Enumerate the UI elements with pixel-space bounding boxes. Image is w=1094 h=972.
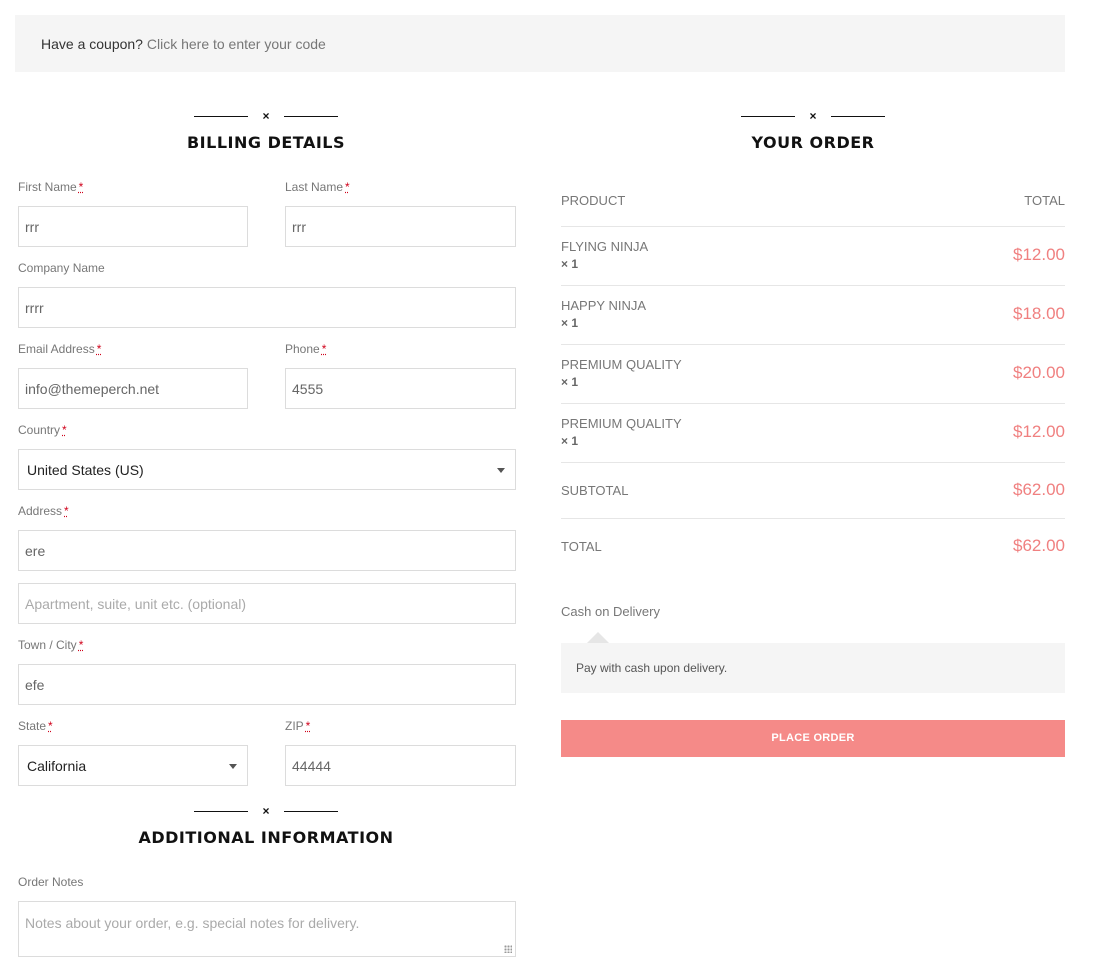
- last-name-label: Last Name *: [285, 180, 350, 194]
- heading-ornament: ×: [561, 110, 1065, 122]
- order-item: HAPPY NINJA × 1 $18.00: [561, 286, 1065, 345]
- country-value: United States (US): [27, 461, 144, 478]
- subtotal-value: $62.00: [1013, 480, 1065, 499]
- item-name: FLYING NINJA: [561, 239, 649, 254]
- order-item: PREMIUM QUALITY × 1 $20.00: [561, 345, 1065, 404]
- email-field[interactable]: info@themeperch.net: [18, 368, 248, 409]
- zip-label: ZIP *: [285, 719, 311, 733]
- order-title: YOUR ORDER: [751, 133, 875, 152]
- order-heading: × YOUR ORDER: [561, 110, 1065, 152]
- phone-label: Phone *: [285, 342, 327, 356]
- state-select[interactable]: California: [18, 745, 248, 786]
- payment-description: Pay with cash upon delivery.: [576, 661, 728, 675]
- additional-title: ADDITIONAL INFORMATION: [138, 828, 394, 847]
- total-row: TOTAL $62.00: [561, 519, 1065, 575]
- payment-method-label[interactable]: Cash on Delivery: [561, 604, 660, 619]
- payment-description-box: Pay with cash upon delivery.: [561, 643, 1065, 693]
- address-label: Address *: [18, 504, 69, 518]
- additional-heading: × ADDITIONAL INFORMATION: [16, 805, 516, 847]
- item-name: HAPPY NINJA: [561, 298, 647, 313]
- billing-heading: × BILLING DETAILS: [16, 110, 516, 152]
- resize-handle-icon[interactable]: [504, 945, 512, 953]
- order-item: FLYING NINJA × 1 $12.00: [561, 227, 1065, 286]
- item-name: PREMIUM QUALITY: [561, 416, 682, 431]
- state-label: State *: [18, 719, 53, 733]
- close-ornament-icon: ×: [809, 109, 817, 123]
- order-notes-placeholder: Notes about your order, e.g. special not…: [25, 915, 360, 931]
- item-price: $12.00: [1013, 245, 1065, 264]
- state-value: California: [27, 757, 87, 774]
- payment-box-pointer: [587, 632, 609, 643]
- item-qty: × 1: [561, 257, 579, 271]
- order-table-header: PRODUCT TOTAL: [561, 193, 1065, 227]
- city-label: Town / City *: [18, 638, 84, 652]
- col-total: TOTAL: [1024, 193, 1065, 208]
- email-label: Email Address *: [18, 342, 102, 356]
- item-qty: × 1: [561, 375, 579, 389]
- place-order-button[interactable]: PLACE ORDER: [561, 720, 1065, 757]
- address-field[interactable]: ere: [18, 530, 516, 571]
- subtotal-row: SUBTOTAL $62.00: [561, 463, 1065, 519]
- chevron-down-icon: [229, 764, 237, 769]
- item-qty: × 1: [561, 434, 579, 448]
- heading-ornament: ×: [16, 110, 516, 122]
- company-field[interactable]: rrrr: [18, 287, 516, 328]
- subtotal-label: SUBTOTAL: [561, 483, 629, 498]
- item-price: $18.00: [1013, 304, 1065, 323]
- col-product: PRODUCT: [561, 193, 626, 208]
- item-qty: × 1: [561, 316, 579, 330]
- coupon-question: Have a coupon?: [41, 36, 143, 52]
- first-name-label: First Name *: [18, 180, 84, 194]
- close-ornament-icon: ×: [262, 804, 270, 818]
- country-label: Country *: [18, 423, 67, 437]
- zip-field[interactable]: 44444: [285, 745, 516, 786]
- coupon-bar: Have a coupon? Click here to enter your …: [15, 15, 1065, 72]
- company-label: Company Name: [18, 261, 105, 275]
- item-price: $20.00: [1013, 363, 1065, 382]
- chevron-down-icon: [497, 468, 505, 473]
- last-name-field[interactable]: rrr: [285, 206, 516, 247]
- total-value: $62.00: [1013, 536, 1065, 555]
- heading-ornament: ×: [16, 805, 516, 817]
- first-name-field[interactable]: rrr: [18, 206, 248, 247]
- country-select[interactable]: United States (US): [18, 449, 516, 490]
- order-item: PREMIUM QUALITY × 1 $12.00: [561, 404, 1065, 463]
- phone-field[interactable]: 4555: [285, 368, 516, 409]
- billing-title: BILLING DETAILS: [186, 133, 346, 152]
- close-ornament-icon: ×: [262, 109, 270, 123]
- total-label: TOTAL: [561, 539, 602, 554]
- coupon-link[interactable]: Click here to enter your code: [143, 36, 326, 52]
- order-notes-field[interactable]: Notes about your order, e.g. special not…: [18, 901, 516, 957]
- city-field[interactable]: efe: [18, 664, 516, 705]
- item-name: PREMIUM QUALITY: [561, 357, 682, 372]
- item-price: $12.00: [1013, 422, 1065, 441]
- order-notes-label: Order Notes: [18, 875, 84, 889]
- address2-field[interactable]: Apartment, suite, unit etc. (optional): [18, 583, 516, 624]
